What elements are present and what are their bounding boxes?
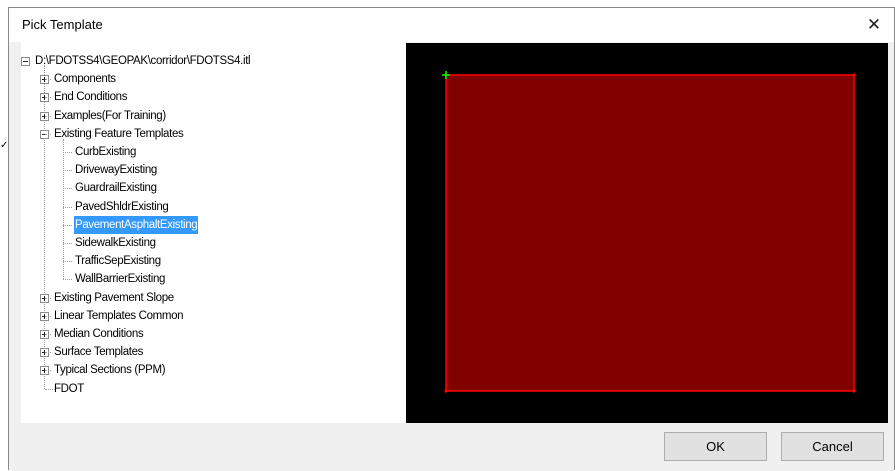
vertex-point-top-right: [852, 73, 856, 77]
collapse-icon[interactable]: [21, 57, 30, 66]
tree-node-median-conditions[interactable]: Median Conditions: [21, 325, 401, 343]
tree-node-label: Existing Feature Templates: [54, 127, 184, 140]
tree-node-label: PavementAsphaltExisting: [74, 215, 199, 234]
tree-node-label: Components: [54, 73, 116, 86]
tree-connector-line: [45, 334, 51, 335]
tree-node-label: CurbExisting: [75, 146, 136, 158]
ok-button[interactable]: OK: [664, 432, 767, 461]
tree-node-examples-for-training[interactable]: Examples(For Training): [21, 107, 401, 125]
tree-node-label: SidewalkExisting: [75, 237, 156, 249]
tree-node-existing-feature-templates[interactable]: Existing Feature Templates: [21, 125, 401, 143]
tree-connector-line: [45, 79, 51, 81]
tree-node-pavedshldrexisting[interactable]: PavedShldrExisting: [21, 198, 401, 216]
tree-node-label: Examples(For Training): [54, 109, 166, 122]
template-tree-panel[interactable]: D:\FDOTSS4\GEOPAK\corridor\FDOTSS4.itl Co…: [21, 42, 406, 424]
tree-connector-line: [45, 115, 51, 117]
tree-node-typical-sections-ppm[interactable]: Typical Sections (PPM): [21, 361, 401, 379]
tree-node-label: Median Conditions: [54, 328, 144, 340]
tree-node-guardrailexisting[interactable]: GuardrailExisting: [21, 179, 401, 197]
tree-node-label: WallBarrierExisting: [75, 273, 166, 286]
tree-root-node[interactable]: D:\FDOTSS4\GEOPAK\corridor\FDOTSS4.itl: [21, 52, 401, 70]
tree-node-label: DrivewayExisting: [75, 164, 157, 177]
template-shape: [445, 74, 855, 392]
tree-node-label: Surface Templates: [54, 346, 144, 359]
tree-node-fdot[interactable]: FDOT: [21, 380, 401, 398]
tree-node-label: GuardrailExisting: [75, 182, 157, 195]
tree-node-label: Typical Sections (PPM): [54, 364, 166, 377]
tree-node-curbexisting[interactable]: CurbExisting: [21, 143, 401, 161]
close-icon: ✕: [866, 15, 882, 34]
tree-connector-line: [45, 388, 55, 390]
tree-node-drivewayexisting[interactable]: DrivewayExisting: [21, 161, 401, 179]
tree-connector-line: [45, 97, 51, 99]
tree-node-label: D:\FDOTSS4\GEOPAK\corridor\FDOTSS4.itl: [35, 55, 251, 67]
tree-node-sidewalkexisting[interactable]: SidewalkExisting: [21, 234, 401, 252]
tree-node-label: TrafficSepExisting: [75, 255, 161, 268]
template-preview: [406, 43, 888, 423]
tree-connector-line: [63, 243, 72, 244]
pick-template-dialog: Pick Template ✕ D:\FDOTSS4\GEOPAK\corrid…: [8, 7, 895, 471]
vertex-point-bottom-right: [852, 389, 856, 393]
tree-connector-line: [63, 279, 72, 281]
tree-node-existing-pavement-slope[interactable]: Existing Pavement Slope: [21, 289, 401, 307]
tree-node-label: Linear Templates Common: [54, 309, 184, 322]
tree-connector-line: [45, 370, 51, 372]
dialog-title: Pick Template: [22, 17, 103, 32]
tree-connector-line: [63, 170, 72, 172]
tree-node-linear-templates-common[interactable]: Linear Templates Common: [21, 307, 401, 325]
tree-connector-line: [63, 206, 72, 208]
tree-node-label: End Conditions: [54, 91, 128, 104]
tree-connector-line: [45, 133, 51, 135]
tree-connector-line: [45, 352, 51, 354]
tree-connector-line: [45, 315, 51, 317]
tree-node-components[interactable]: Components: [21, 70, 401, 88]
tree-node-surface-templates[interactable]: Surface Templates: [21, 343, 401, 361]
tree-node-label: PavedShldrExisting: [75, 200, 169, 213]
tree-node-label: Existing Pavement Slope: [54, 291, 174, 304]
tree-connector-line: [63, 261, 72, 263]
tree-node-label: FDOT: [54, 382, 84, 395]
tree-connector-line: [63, 224, 72, 226]
tree-connector-line: [63, 188, 72, 190]
tree-node-end-conditions[interactable]: End Conditions: [21, 88, 401, 106]
close-button[interactable]: ✕: [854, 8, 894, 42]
title-bar: Pick Template ✕: [9, 8, 894, 42]
tree-node-pavementasphaltexisting[interactable]: PavementAsphaltExisting: [21, 215, 401, 234]
tree-connector-line: [63, 138, 64, 280]
template-preview-canvas: [442, 71, 856, 393]
tree-node-wallbarrierexisting[interactable]: WallBarrierExisting: [21, 270, 401, 288]
tree-connector-line: [63, 152, 72, 153]
tree-connector-line: [45, 297, 51, 299]
vertex-point-bottom-left: [444, 389, 448, 393]
cancel-button[interactable]: Cancel: [781, 432, 884, 461]
tree-node-trafficsepexisting[interactable]: TrafficSepExisting: [21, 252, 401, 270]
